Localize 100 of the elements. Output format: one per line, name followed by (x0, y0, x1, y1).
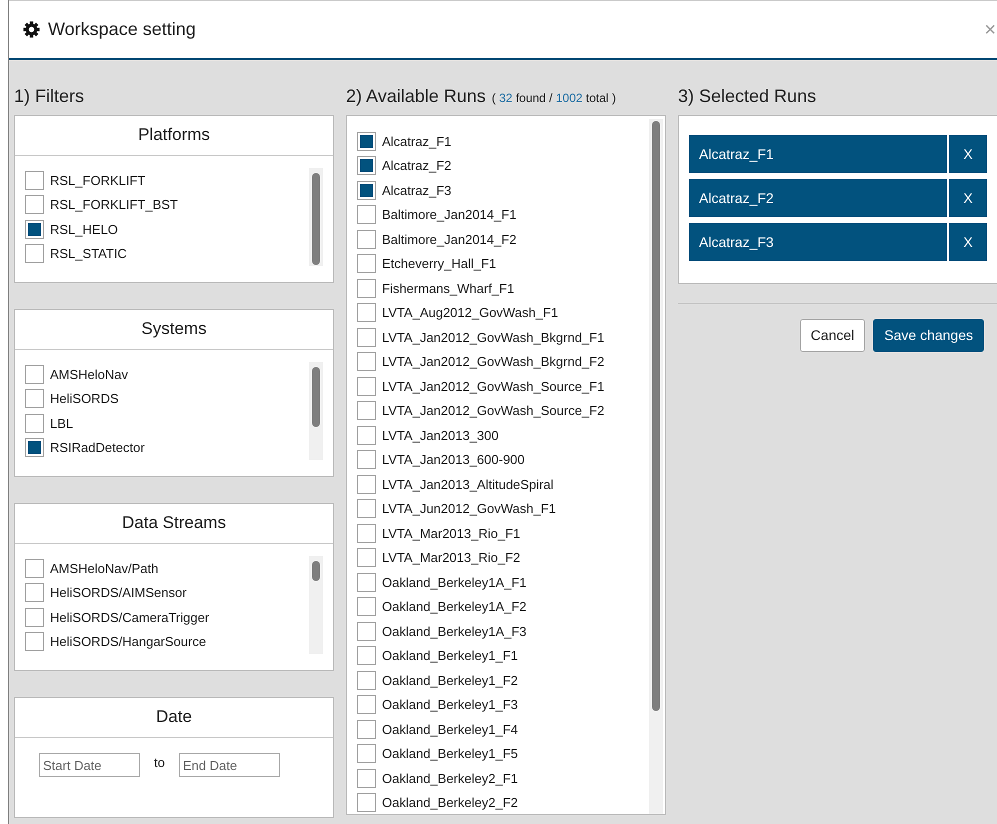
save-button[interactable]: Save changes (873, 319, 984, 352)
run-name[interactable]: Alcatraz_F1 (382, 132, 452, 151)
checkbox[interactable] (25, 632, 44, 652)
run-name[interactable]: Fishermans_Wharf_F1 (382, 278, 514, 298)
remove-button[interactable]: X (949, 223, 987, 261)
section-heading: 3) Selected Runs (678, 85, 818, 107)
option-label[interactable]: RSIRadDetector (50, 438, 145, 458)
run-name[interactable]: Oakland_Berkeley1_F2 (382, 670, 518, 690)
run-name[interactable]: Etcheverry_Hall_F1 (382, 254, 496, 274)
separator-text: to (154, 754, 165, 772)
checkbox[interactable] (357, 278, 376, 298)
checkbox[interactable] (25, 364, 44, 384)
run-name[interactable]: Baltimore_Jan2014_F2 (382, 230, 516, 249)
scrollbar[interactable] (649, 119, 663, 814)
checkbox[interactable] (25, 558, 44, 578)
section-heading: 1) Filters (14, 85, 86, 107)
remove-button[interactable]: X (949, 135, 987, 173)
run-name[interactable]: LVTA_Jan2012_GovWash_Source_F2 (382, 401, 604, 420)
run-name[interactable]: LVTA_Jan2012_GovWash_Bkgrnd_F1 (382, 328, 604, 347)
checkbox[interactable] (357, 524, 376, 543)
run-name[interactable]: Oakland_Berkeley1A_F2 (382, 597, 527, 616)
scrollbar[interactable] (309, 168, 323, 266)
option-label[interactable]: RSL_FORKLIFT_BST (50, 195, 178, 214)
run-name[interactable]: LVTA_Jan2012_GovWash_Source_F1 (382, 376, 604, 396)
option-label[interactable]: HeliSORDS/CameraTrigger (50, 608, 210, 627)
checkbox[interactable] (25, 389, 44, 408)
checkbox[interactable] (25, 244, 44, 264)
cancel-button[interactable]: Cancel (800, 319, 866, 352)
settings-icon (23, 21, 40, 38)
selected-run: Alcatraz_F1 (689, 135, 947, 173)
card-title: Platforms (15, 116, 333, 156)
checkbox[interactable] (25, 220, 44, 239)
run-name[interactable]: LVTA_Jan2013_300 (382, 426, 499, 445)
run-name[interactable]: Baltimore_Jan2014_F1 (382, 205, 516, 224)
checkbox[interactable] (357, 670, 376, 690)
checkbox[interactable] (357, 352, 376, 372)
option-label[interactable]: RSL_HELO (50, 220, 118, 239)
option-label[interactable]: RSL_FORKLIFT (50, 170, 146, 190)
checkbox[interactable] (357, 426, 376, 445)
run-name[interactable]: Oakland_Berkeley1_F3 (382, 695, 518, 714)
checkbox[interactable] (357, 768, 376, 788)
section-heading: 2) Available Runs (346, 85, 486, 107)
checkbox[interactable] (25, 414, 44, 433)
run-name[interactable]: Oakland_Berkeley1A_F3 (382, 622, 527, 641)
checkbox[interactable] (357, 376, 376, 396)
checkbox[interactable] (357, 474, 376, 494)
checkbox[interactable] (357, 499, 376, 518)
run-name[interactable]: LVTA_Jan2012_GovWash_Bkgrnd_F2 (382, 352, 604, 372)
option-label[interactable]: RSL_STATIC (50, 244, 127, 264)
run-name[interactable]: Oakland_Berkeley1_F5 (382, 744, 518, 764)
checkbox[interactable] (25, 170, 44, 190)
selected-run: Alcatraz_F2 (689, 179, 947, 217)
run-name[interactable]: Oakland_Berkeley1_F1 (382, 646, 518, 666)
checkbox[interactable] (25, 583, 44, 602)
run-name[interactable]: Oakland_Berkeley1A_F1 (382, 572, 527, 592)
run-name[interactable]: Alcatraz_F3 (382, 180, 452, 200)
checkbox[interactable] (357, 205, 376, 224)
checkbox[interactable] (357, 303, 376, 322)
checkbox[interactable] (357, 597, 376, 616)
checkbox[interactable] (357, 328, 376, 347)
checkbox[interactable] (357, 180, 376, 200)
option-label[interactable]: HeliSORDS (50, 389, 119, 408)
option-label[interactable]: HeliSORDS/AIMSensor (50, 583, 187, 602)
checkbox[interactable] (357, 156, 376, 176)
run-name[interactable]: Alcatraz_F2 (382, 156, 452, 176)
run-name[interactable]: Oakland_Berkeley2_F2 (382, 793, 518, 812)
option-label[interactable]: AMSHeloNav (50, 364, 128, 384)
checkbox[interactable] (357, 622, 376, 641)
run-name[interactable]: LVTA_Jan2013_600-900 (382, 450, 525, 470)
checkbox[interactable] (357, 572, 376, 592)
checkbox[interactable] (357, 401, 376, 420)
checkbox[interactable] (357, 695, 376, 714)
checkbox[interactable] (357, 720, 376, 739)
run-name[interactable]: LVTA_Jan2013_AltitudeSpiral (382, 474, 554, 494)
scrollbar[interactable] (309, 362, 323, 460)
option-label[interactable]: AMSHeloNav/Path (50, 558, 158, 578)
run-name[interactable]: Oakland_Berkeley1_F4 (382, 720, 518, 739)
remove-button[interactable]: X (949, 179, 987, 217)
checkbox[interactable] (25, 608, 44, 627)
run-name[interactable]: LVTA_Aug2012_GovWash_F1 (382, 303, 558, 322)
start-date-field[interactable]: Start Date (39, 753, 140, 777)
checkbox[interactable] (357, 230, 376, 249)
option-label[interactable]: LBL (50, 414, 74, 433)
checkbox[interactable] (357, 744, 376, 764)
card-title: Data Streams (15, 504, 333, 544)
run-name[interactable]: Oakland_Berkeley2_F1 (382, 768, 518, 788)
checkbox[interactable] (357, 548, 376, 568)
checkbox[interactable] (357, 450, 376, 470)
scrollbar[interactable] (309, 556, 323, 654)
run-name[interactable]: LVTA_Jun2012_GovWash_F1 (382, 499, 556, 518)
checkbox[interactable] (357, 132, 376, 151)
checkbox[interactable] (357, 646, 376, 666)
checkbox[interactable] (25, 195, 44, 214)
run-name[interactable]: LVTA_Mar2013_Rio_F1 (382, 524, 520, 543)
checkbox[interactable] (357, 793, 376, 812)
end-date-field[interactable]: End Date (178, 753, 280, 777)
run-name[interactable]: LVTA_Mar2013_Rio_F2 (382, 548, 520, 568)
option-label[interactable]: HeliSORDS/HangarSource (50, 632, 206, 652)
checkbox[interactable] (25, 438, 44, 458)
checkbox[interactable] (357, 254, 376, 274)
